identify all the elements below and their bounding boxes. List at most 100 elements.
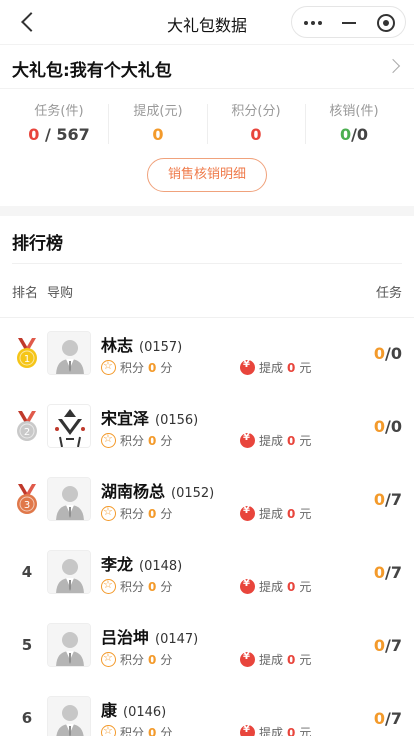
guide-name: 林志 <box>101 336 134 355</box>
stat-points-label: 积分(分) <box>231 104 281 119</box>
points-unit: 分 <box>160 434 173 448</box>
stat-commission: 提成(元) 0 <box>109 100 207 144</box>
rank-number: 5 <box>21 636 33 654</box>
yen-icon <box>240 651 255 667</box>
commission-label: 提成 <box>259 361 284 375</box>
task-done: 0 <box>373 490 386 509</box>
yen-icon <box>240 359 255 375</box>
guide-name: 康 <box>101 701 118 720</box>
task-done: 0 <box>373 636 386 655</box>
guide-name-line: 林志 (0157) <box>101 332 182 356</box>
commission-unit: 元 <box>299 507 312 521</box>
table-row[interactable]: 6康(0146)积分0分提成0元0/7 <box>0 683 414 736</box>
stat-commission-label: 提成(元) <box>133 104 183 119</box>
silver-medal-icon: 2 <box>14 411 40 443</box>
star-icon <box>101 505 116 521</box>
points-unit: 分 <box>160 726 173 736</box>
points-value: 0 <box>148 653 157 667</box>
commission-label: 提成 <box>259 507 284 521</box>
guide-name: 湖南杨总 <box>101 482 166 501</box>
guide-name-line: 宋宜泽 (0156) <box>101 405 198 429</box>
task-done: 0 <box>373 709 386 728</box>
table-row[interactable]: 4李龙(0148)积分0分提成0元0/7 <box>0 537 414 610</box>
divider <box>12 263 402 264</box>
guide-name: 吕治坤 <box>101 628 150 647</box>
commission-unit: 元 <box>299 580 312 594</box>
points-unit: 分 <box>160 507 173 521</box>
star-icon <box>101 578 116 594</box>
task-progress: 0/7 <box>374 490 402 509</box>
points-label: 积分 <box>120 653 145 667</box>
commission-info: 提成0元 <box>240 359 311 376</box>
star-icon <box>101 359 116 375</box>
star-icon <box>101 651 116 667</box>
commission-value: 0 <box>287 434 296 448</box>
avatar <box>47 331 91 375</box>
points-value: 0 <box>148 726 157 736</box>
minimize-icon[interactable] <box>342 22 356 24</box>
stat-verify-label: 核销(件) <box>329 104 379 119</box>
points-value: 0 <box>148 361 157 375</box>
gift-pack-row[interactable]: 大礼包:我有个大礼包 <box>0 44 414 89</box>
points-unit: 分 <box>160 580 173 594</box>
task-progress: 0/7 <box>374 636 402 655</box>
task-done: 0 <box>373 563 386 582</box>
task-total: /7 <box>385 709 402 728</box>
svg-text:1: 1 <box>24 354 30 365</box>
commission-info: 提成0元 <box>240 651 311 668</box>
rank-number: 6 <box>21 709 33 727</box>
task-done: 0 <box>373 344 386 363</box>
points-info: 积分0分 <box>101 432 172 449</box>
stat-task-label: 任务(件) <box>34 104 84 119</box>
points-info: 积分0分 <box>101 651 172 668</box>
commission-unit: 元 <box>299 726 312 736</box>
commission-value: 0 <box>287 361 296 375</box>
yen-icon <box>240 578 255 594</box>
column-header-task: 任务 <box>375 286 402 301</box>
gold-medal-icon: 1 <box>14 338 40 370</box>
points-value: 0 <box>148 434 157 448</box>
avatar <box>47 477 91 521</box>
stat-task-value: 0 / 567 <box>28 125 90 144</box>
more-icon[interactable] <box>304 21 324 25</box>
points-label: 积分 <box>120 434 145 448</box>
commission-label: 提成 <box>259 434 284 448</box>
table-row[interactable]: 1林志(0157)积分0分提成0元0/0 <box>0 318 414 391</box>
table-row[interactable]: 2宋宜泽(0156)积分0分提成0元0/0 <box>0 391 414 464</box>
task-progress: 0/7 <box>374 563 402 582</box>
points-label: 积分 <box>120 361 145 375</box>
guide-code: (0157) <box>139 340 183 355</box>
points-label: 积分 <box>120 507 145 521</box>
avatar <box>47 404 91 448</box>
avatar <box>47 696 91 736</box>
points-info: 积分0分 <box>101 505 172 522</box>
star-icon <box>101 724 116 736</box>
stat-commission-value: 0 <box>152 125 164 144</box>
stat-verify: 核销(件) 0/0 <box>305 100 403 144</box>
table-row[interactable]: 3湖南杨总(0152)积分0分提成0元0/7 <box>0 464 414 537</box>
task-progress: 0/7 <box>374 709 402 728</box>
sales-verify-detail-button[interactable]: 销售核销明细 <box>147 158 267 192</box>
points-unit: 分 <box>160 361 173 375</box>
commission-unit: 元 <box>299 653 312 667</box>
yen-icon <box>240 724 255 736</box>
commission-value: 0 <box>287 653 296 667</box>
commission-unit: 元 <box>299 361 312 375</box>
column-header-rank: 排名 <box>12 286 39 301</box>
gift-pack-title: 大礼包:我有个大礼包 <box>12 61 172 81</box>
guide-code: (0146) <box>123 705 167 720</box>
guide-code: (0147) <box>155 632 199 647</box>
guide-code: (0156) <box>155 413 199 428</box>
close-capsule-icon[interactable] <box>377 14 395 32</box>
avatar <box>47 623 91 667</box>
commission-value: 0 <box>287 580 296 594</box>
task-total: /7 <box>385 563 402 582</box>
section-gap <box>0 206 414 216</box>
task-progress: 0/0 <box>374 417 402 436</box>
commission-info: 提成0元 <box>240 432 311 449</box>
yen-icon <box>240 432 255 448</box>
task-done: 0 <box>373 417 386 436</box>
avatar <box>47 550 91 594</box>
table-row[interactable]: 5 吕治坤 (0147) 积分0分 提成0元 0/7 <box>0 610 414 683</box>
column-header-guide: 导购 <box>47 286 74 301</box>
